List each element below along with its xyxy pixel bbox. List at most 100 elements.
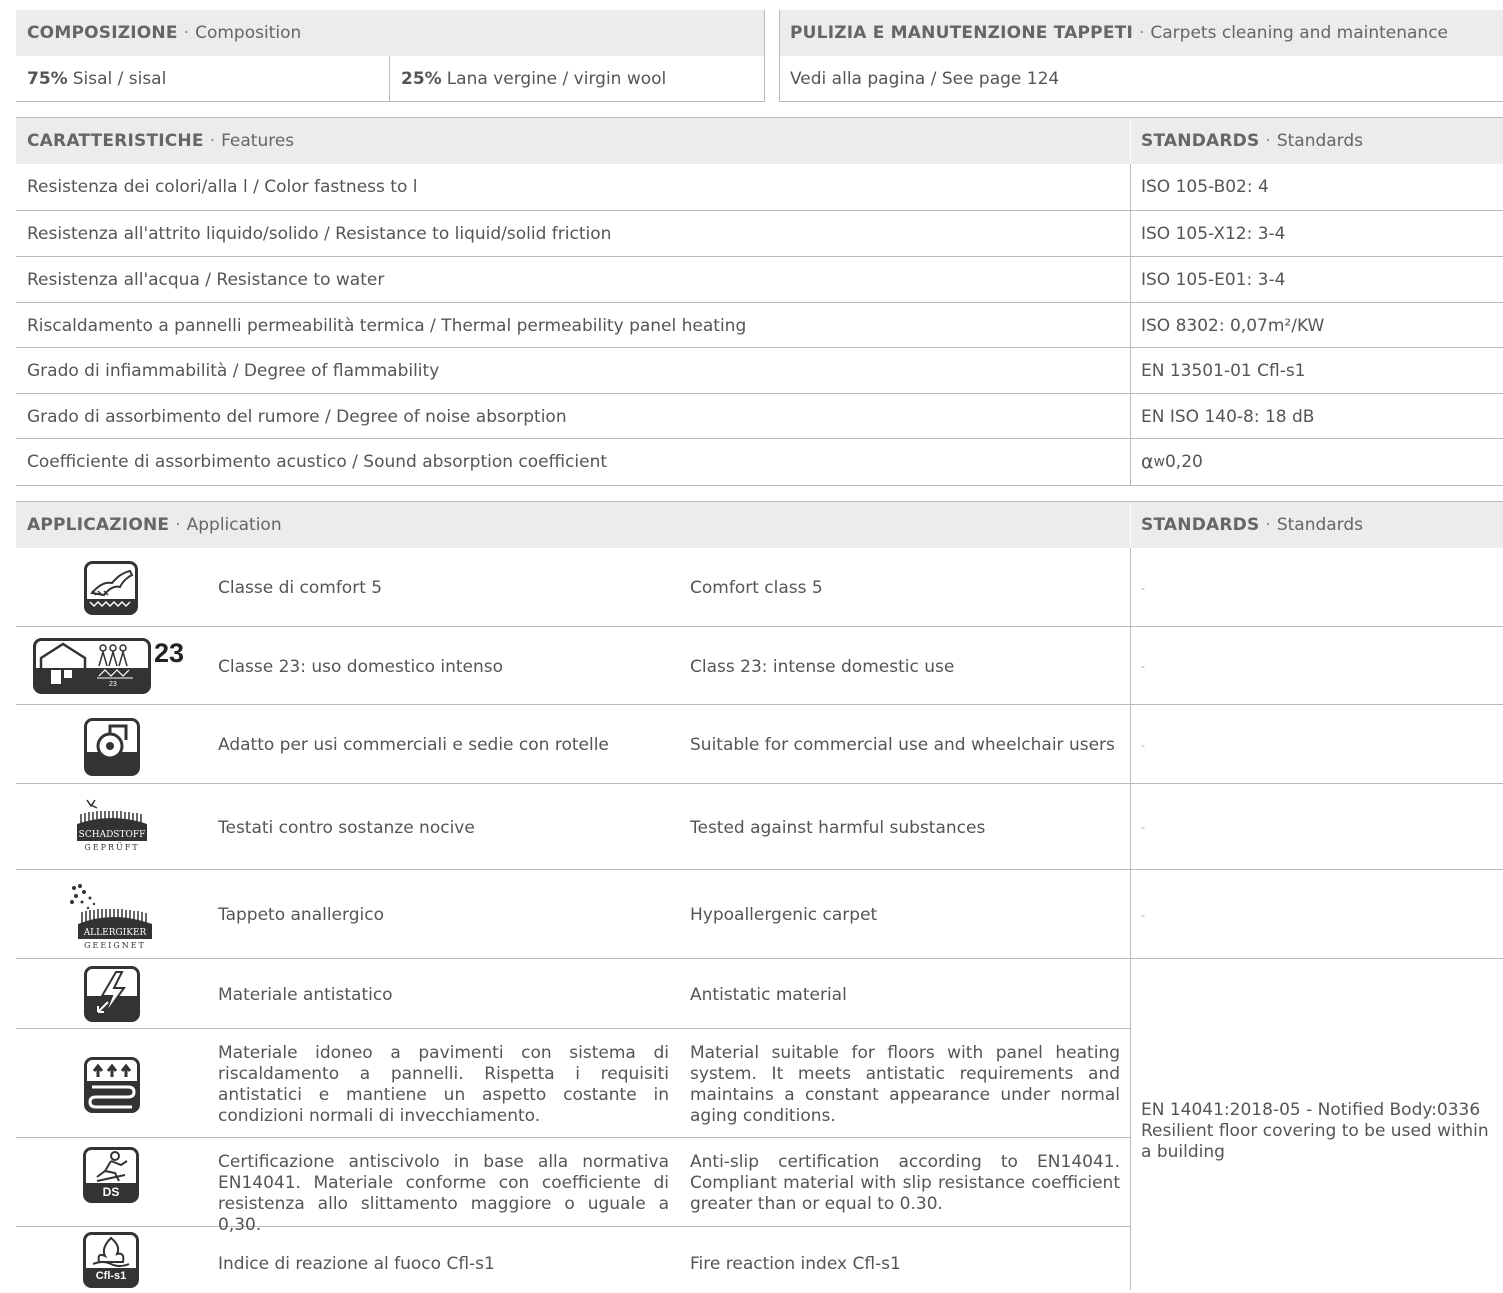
application-en: Hypoallergenic carpet xyxy=(690,905,878,925)
feature-label: Riscaldamento a pannelli permeabilità te… xyxy=(27,315,747,336)
icon-small-number: 23 xyxy=(109,681,117,688)
application-std: - xyxy=(1141,582,1145,595)
feature-label: Grado di infiammabilità / Degree of flam… xyxy=(27,360,440,381)
feature-label: Resistenza dei colori/alla l / Color fas… xyxy=(27,177,418,197)
icon-text-bottom: GEPRÜFT xyxy=(84,843,140,852)
features-std-title-en: Standards xyxy=(1276,131,1364,151)
divider xyxy=(16,1028,1130,1029)
divider xyxy=(16,101,765,102)
features-row-std: ISO 8302: 0,07m²/KW xyxy=(1131,303,1503,348)
features-row: Resistenza all'acqua / Resistance to wat… xyxy=(16,257,1130,302)
feature-label: Grado di assorbimento del rumore / Degre… xyxy=(27,406,567,427)
features-std-header: STANDARDS · Standards xyxy=(1131,118,1503,164)
cleaning-header: PULIZIA E MANUTENZIONE TAPPETI · Carpets c… xyxy=(780,10,1503,56)
cleaning-title: PULIZIA E MANUTENZIONE TAPPETI xyxy=(790,23,1133,43)
application-title: APPLICAZIONE xyxy=(27,515,170,535)
castor-chair-icon xyxy=(84,718,140,776)
features-title: CARATTERISTICHE xyxy=(27,131,204,151)
icon-text-top: SCHADSTOFF xyxy=(77,829,147,841)
divider xyxy=(1130,548,1131,1290)
application-it: Certificazione antiscivolo in base alla … xyxy=(218,1152,669,1235)
features-title-en: Features xyxy=(221,131,295,151)
divider xyxy=(16,958,1503,959)
anti-slip-icon: DS xyxy=(83,1147,139,1203)
divider xyxy=(16,1137,1130,1138)
application-it: Tappeto anallergico xyxy=(218,905,384,925)
application-it: Indice di reazione al fuoco Cfl-s1 xyxy=(218,1254,495,1274)
divider xyxy=(16,783,1503,784)
application-en: Comfort class 5 xyxy=(690,578,823,598)
features-row: Grado di assorbimento del rumore / Degre… xyxy=(16,394,1130,439)
divider xyxy=(780,101,1503,102)
features-row-std: ISO 105-B02: 4 xyxy=(1131,164,1503,210)
antistatic-icon xyxy=(84,966,140,1022)
application-en: Material suitable for floors with panel … xyxy=(690,1043,1120,1126)
alpha-subscript: w xyxy=(1153,454,1165,470)
cleaning-text-label: Vedi alla pagina / See page 124 xyxy=(790,69,1060,89)
application-std-title-en: Standards xyxy=(1276,515,1364,535)
icon-class-number: 23 xyxy=(154,638,185,668)
application-std: - xyxy=(1141,909,1145,922)
application-en: Class 23: intense domestic use xyxy=(690,657,955,677)
allergiker-geeignet-icon: ALLERGIKER GEEIGNET xyxy=(70,884,156,952)
application-en: Suitable for commercial use and wheelcha… xyxy=(690,735,1115,755)
composition-label: Sisal / sisal xyxy=(72,69,167,89)
cleaning-text: Vedi alla pagina / See page 124 xyxy=(780,56,1503,102)
features-row: Coefficiente di assorbimento acustico / … xyxy=(16,439,1130,485)
application-it: Classe di comfort 5 xyxy=(218,578,383,598)
features-row: Resistenza all'attrito liquido/solido / … xyxy=(16,211,1130,256)
fire-reaction-icon: Cfl-s1 xyxy=(83,1232,139,1288)
application-header: APPLICAZIONE · Application xyxy=(16,502,1130,548)
icon-label: Cfl-s1 xyxy=(95,1270,127,1282)
application-std: - xyxy=(1141,660,1145,673)
application-title-en: Application xyxy=(186,515,282,535)
application-std-title: STANDARDS xyxy=(1141,515,1260,535)
features-header: CARATTERISTICHE · Features xyxy=(16,118,1130,164)
feature-std: EN 13501-01 Cfl-s1 xyxy=(1141,360,1306,381)
comfort-class-icon xyxy=(84,561,138,615)
icon-label: DS xyxy=(102,1185,120,1199)
feature-std: 0,20 xyxy=(1164,452,1203,472)
feature-std: ISO 8302: 0,07m²/KW xyxy=(1141,315,1325,336)
application-it: Materiale idoneo a pavimenti con sistema… xyxy=(218,1043,669,1126)
composition-title-en: Composition xyxy=(195,23,302,43)
application-std: - xyxy=(1141,821,1145,834)
application-it: Materiale antistatico xyxy=(218,985,393,1005)
application-it: Classe 23: uso domestico intenso xyxy=(218,657,504,677)
schadstoff-geprueft-icon: SCHADSTOFF GEPRÜFT xyxy=(77,798,147,856)
features-row: Grado di infiammabilità / Degree of flam… xyxy=(16,348,1130,393)
divider xyxy=(764,10,765,102)
features-std-title: STANDARDS xyxy=(1141,131,1260,151)
application-it: Testati contro sostanze nocive xyxy=(218,818,475,838)
divider xyxy=(16,869,1503,870)
application-en: Antistatic material xyxy=(690,985,847,1005)
features-row-std: EN ISO 140-8: 18 dB xyxy=(1131,394,1503,439)
composition-item-1: 75% Sisal / sisal xyxy=(16,56,390,102)
cleaning-title-en: Carpets cleaning and maintenance xyxy=(1150,23,1449,43)
feature-label: Resistenza all'acqua / Resistance to wat… xyxy=(27,269,385,290)
composition-label: Lana vergine / virgin wool xyxy=(446,69,667,89)
icon-text-bottom: GEEIGNET xyxy=(84,941,146,950)
features-row-std: ISO 105-E01: 3-4 xyxy=(1131,257,1503,302)
feature-std: EN ISO 140-8: 18 dB xyxy=(1141,406,1315,427)
features-row-std: αw 0,20 xyxy=(1131,439,1503,485)
application-std-header: STANDARDS · Standards xyxy=(1131,502,1503,548)
composition-item-2: 25% Lana vergine / virgin wool xyxy=(390,56,764,102)
features-row-std: EN 13501-01 Cfl-s1 xyxy=(1131,348,1503,393)
composition-header: COMPOSIZIONE · Composition xyxy=(16,10,764,56)
feature-std: ISO 105-B02: 4 xyxy=(1141,177,1269,197)
composition-title: COMPOSIZIONE xyxy=(27,23,178,43)
application-en: Fire reaction index Cfl-s1 xyxy=(690,1254,901,1274)
application-en: Anti-slip certification according to EN1… xyxy=(690,1152,1120,1214)
application-en: Tested against harmful substances xyxy=(690,818,986,838)
divider xyxy=(16,485,1503,486)
features-row: Riscaldamento a pannelli permeabilità te… xyxy=(16,303,1130,348)
features-row: Resistenza dei colori/alla l / Color fas… xyxy=(16,164,1130,210)
divider xyxy=(16,626,1503,627)
divider xyxy=(389,56,390,102)
application-it: Adatto per usi commerciali e sedie con r… xyxy=(218,735,609,755)
alpha-symbol: α xyxy=(1141,451,1154,473)
feature-std: ISO 105-E01: 3-4 xyxy=(1141,269,1286,290)
domestic-use-class-icon: 23 23 xyxy=(33,638,193,694)
features-row-std: ISO 105-X12: 3-4 xyxy=(1131,211,1503,256)
